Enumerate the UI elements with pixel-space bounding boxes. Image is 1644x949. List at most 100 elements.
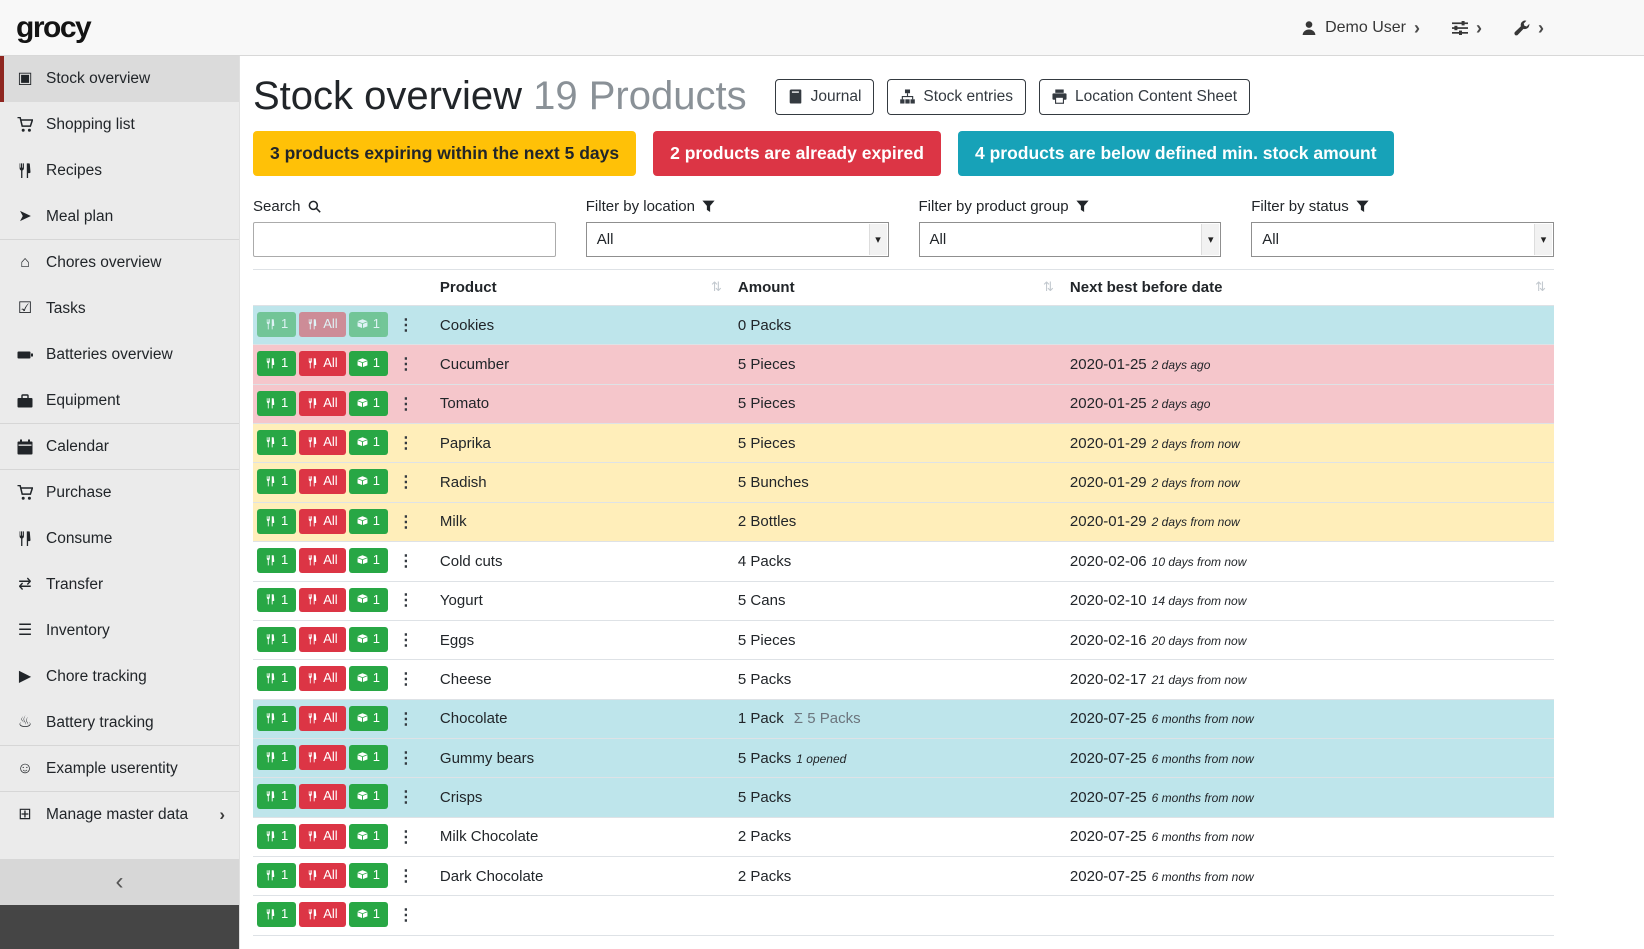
sidebar-item-example-userentity[interactable]: ☺Example userentity xyxy=(0,746,239,792)
sidebar-item-consume[interactable]: Consume xyxy=(0,516,239,562)
row-menu-button[interactable]: ⋮ xyxy=(391,826,421,850)
open-one-button[interactable]: 1 xyxy=(349,902,388,927)
consume-one-button[interactable]: 1 xyxy=(257,706,296,731)
sidebar-item-purchase[interactable]: Purchase xyxy=(0,470,239,516)
consume-one-button[interactable]: 1 xyxy=(257,824,296,849)
consume-one-button[interactable]: 1 xyxy=(257,588,296,613)
row-menu-button[interactable]: ⋮ xyxy=(391,511,421,535)
open-one-button[interactable]: 1 xyxy=(349,548,388,573)
consume-all-button[interactable]: All xyxy=(299,548,345,573)
app-logo[interactable]: grocy xyxy=(16,11,90,45)
product-group-filter: Filter by product group All ▾ xyxy=(919,198,1222,257)
consume-all-button[interactable]: All xyxy=(299,745,345,770)
product-group-filter-select[interactable]: All ▾ xyxy=(919,222,1222,257)
open-one-button[interactable]: 1 xyxy=(349,391,388,416)
below-min-stock-banner[interactable]: 4 products are below defined min. stock … xyxy=(958,131,1394,176)
row-menu-button[interactable]: ⋮ xyxy=(391,432,421,456)
column-header-amount[interactable]: Amount ⇅ xyxy=(730,270,1062,306)
sidebar-item-tasks[interactable]: ☑Tasks xyxy=(0,286,239,332)
consume-one-button[interactable]: 1 xyxy=(257,351,296,376)
consume-one-button[interactable]: 1 xyxy=(257,666,296,691)
row-menu-button[interactable]: ⋮ xyxy=(391,904,421,928)
settings-menu[interactable]: › xyxy=(1452,19,1482,37)
consume-all-button[interactable]: All xyxy=(299,351,345,376)
stock-entries-button[interactable]: Stock entries xyxy=(887,79,1026,115)
sidebar-item-chore-tracking[interactable]: ▶Chore tracking xyxy=(0,654,239,700)
open-one-button[interactable]: 1 xyxy=(349,312,388,337)
consume-all-button[interactable]: All xyxy=(299,863,345,888)
consume-one-button[interactable]: 1 xyxy=(257,430,296,455)
row-menu-button[interactable]: ⋮ xyxy=(391,471,421,495)
open-one-button[interactable]: 1 xyxy=(349,588,388,613)
row-menu-button[interactable]: ⋮ xyxy=(391,550,421,574)
column-header-next-best-before-date[interactable]: Next best before date ⇅ xyxy=(1062,270,1554,306)
column-header-product[interactable]: Product ⇅ xyxy=(432,270,730,306)
row-menu-button[interactable]: ⋮ xyxy=(391,589,421,613)
sidebar-item-battery-tracking[interactable]: ♨Battery tracking xyxy=(0,700,239,746)
consume-all-button[interactable]: All xyxy=(299,509,345,534)
location-filter-select[interactable]: All ▾ xyxy=(586,222,889,257)
consume-one-button[interactable]: 1 xyxy=(257,902,296,927)
open-one-button[interactable]: 1 xyxy=(349,509,388,534)
sidebar-item-shopping-list[interactable]: Shopping list xyxy=(0,102,239,148)
consume-all-button[interactable]: All xyxy=(299,706,345,731)
open-one-button[interactable]: 1 xyxy=(349,666,388,691)
open-one-button[interactable]: 1 xyxy=(349,784,388,809)
consume-all-button[interactable]: All xyxy=(299,312,345,337)
open-one-button[interactable]: 1 xyxy=(349,430,388,455)
consume-one-button[interactable]: 1 xyxy=(257,745,296,770)
expired-products-banner[interactable]: 2 products are already expired xyxy=(653,131,941,176)
open-one-button[interactable]: 1 xyxy=(349,863,388,888)
search-input[interactable] xyxy=(253,222,556,257)
consume-one-button[interactable]: 1 xyxy=(257,312,296,337)
sidebar-item-transfer[interactable]: ⇄Transfer xyxy=(0,562,239,608)
consume-all-button[interactable]: All xyxy=(299,469,345,494)
open-one-button[interactable]: 1 xyxy=(349,706,388,731)
consume-all-button[interactable]: All xyxy=(299,666,345,691)
user-menu[interactable]: Demo User › xyxy=(1301,19,1420,37)
consume-all-button[interactable]: All xyxy=(299,824,345,849)
row-menu-button[interactable]: ⋮ xyxy=(391,629,421,653)
sidebar-item-manage-master-data[interactable]: ⊞Manage master data› xyxy=(0,792,239,838)
consume-all-button[interactable]: All xyxy=(299,391,345,416)
open-one-button[interactable]: 1 xyxy=(349,745,388,770)
row-menu-button[interactable]: ⋮ xyxy=(391,393,421,417)
row-menu-button[interactable]: ⋮ xyxy=(391,668,421,692)
row-menu-button[interactable]: ⋮ xyxy=(391,786,421,810)
expiring-products-banner[interactable]: 3 products expiring within the next 5 da… xyxy=(253,131,636,176)
sidebar-item-chores-overview[interactable]: ⌂Chores overview xyxy=(0,240,239,286)
sidebar-item-calendar[interactable]: Calendar xyxy=(0,424,239,470)
journal-button[interactable]: Journal xyxy=(775,79,875,115)
open-one-button[interactable]: 1 xyxy=(349,824,388,849)
consume-one-button[interactable]: 1 xyxy=(257,784,296,809)
sidebar-item-equipment[interactable]: Equipment xyxy=(0,378,239,424)
sidebar-item-meal-plan[interactable]: ➤Meal plan xyxy=(0,194,239,240)
row-menu-button[interactable]: ⋮ xyxy=(391,747,421,771)
consume-one-button[interactable]: 1 xyxy=(257,627,296,652)
consume-all-button[interactable]: All xyxy=(299,902,345,927)
consume-one-button[interactable]: 1 xyxy=(257,469,296,494)
consume-one-button[interactable]: 1 xyxy=(257,509,296,534)
consume-one-button[interactable]: 1 xyxy=(257,548,296,573)
sidebar-item-inventory[interactable]: ☰Inventory xyxy=(0,608,239,654)
consume-all-button[interactable]: All xyxy=(299,784,345,809)
consume-one-button[interactable]: 1 xyxy=(257,863,296,888)
location-content-sheet-button[interactable]: Location Content Sheet xyxy=(1039,79,1250,115)
sidebar-collapse-button[interactable]: ‹ xyxy=(0,859,239,905)
row-menu-button[interactable]: ⋮ xyxy=(391,708,421,732)
sidebar-item-stock-overview[interactable]: ▣Stock overview xyxy=(0,56,239,102)
row-menu-button[interactable]: ⋮ xyxy=(391,865,421,889)
row-menu-button[interactable]: ⋮ xyxy=(391,314,421,338)
status-filter-select[interactable]: All ▾ xyxy=(1251,222,1554,257)
consume-all-button[interactable]: All xyxy=(299,627,345,652)
consume-all-button[interactable]: All xyxy=(299,430,345,455)
open-one-button[interactable]: 1 xyxy=(349,351,388,376)
sidebar-item-batteries-overview[interactable]: Batteries overview xyxy=(0,332,239,378)
open-one-button[interactable]: 1 xyxy=(349,627,388,652)
open-one-button[interactable]: 1 xyxy=(349,469,388,494)
consume-all-button[interactable]: All xyxy=(299,588,345,613)
sidebar-item-recipes[interactable]: Recipes xyxy=(0,148,239,194)
row-menu-button[interactable]: ⋮ xyxy=(391,353,421,377)
consume-one-button[interactable]: 1 xyxy=(257,391,296,416)
admin-menu[interactable]: › xyxy=(1514,19,1544,37)
